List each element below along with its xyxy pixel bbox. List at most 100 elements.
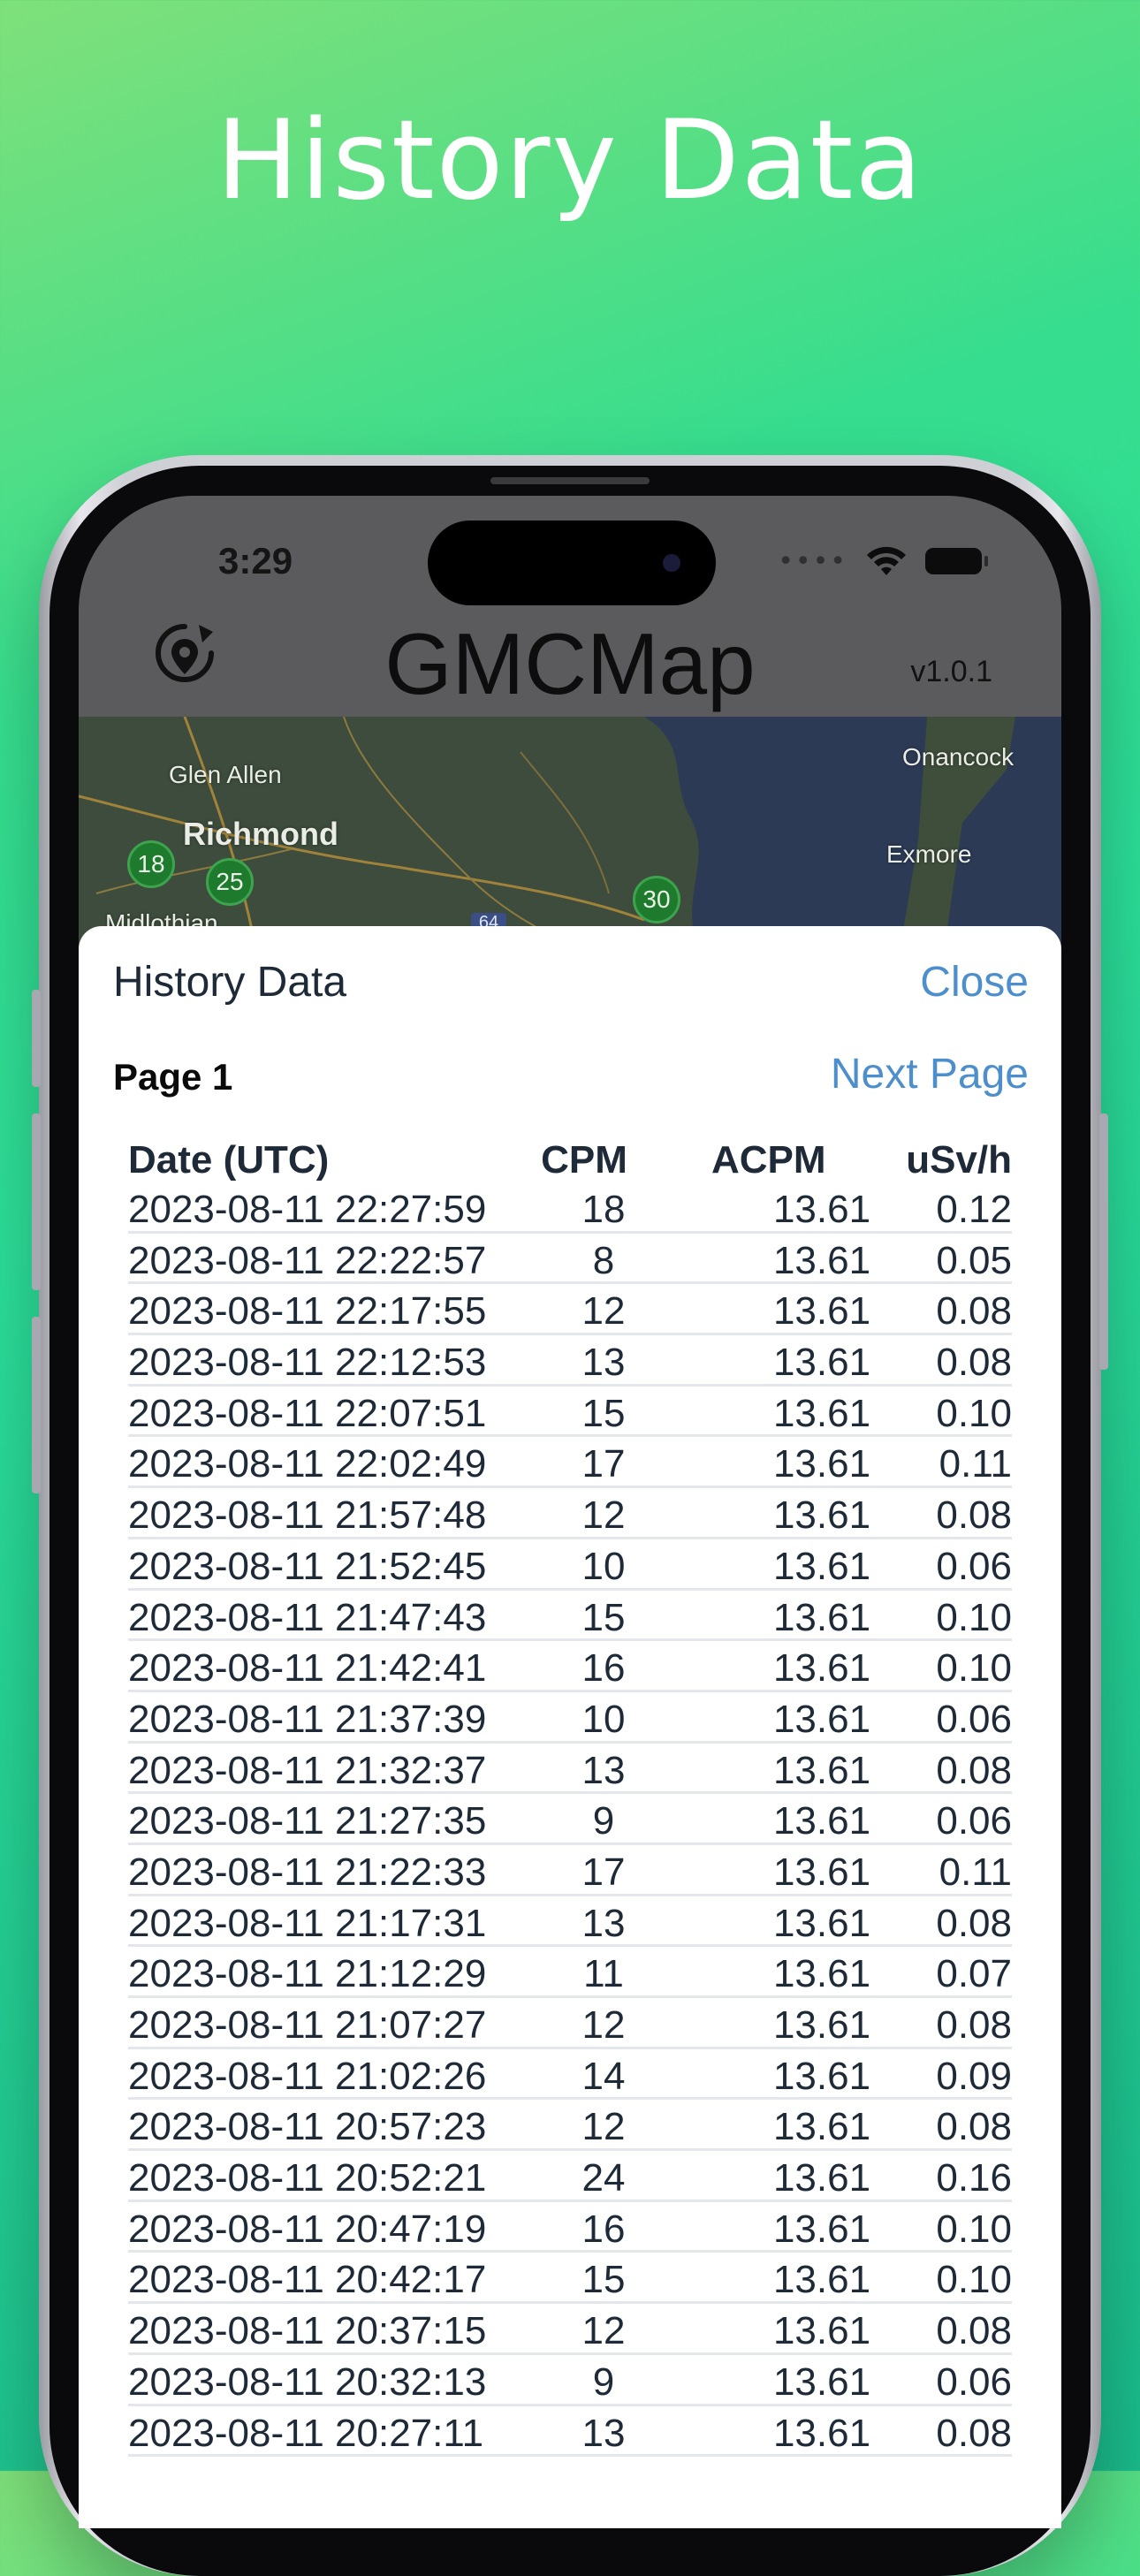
cell-cpm: 10 [581,1544,626,1588]
cell-date: 2023-08-11 22:12:53 [128,1341,487,1385]
status-time: 3:29 [218,540,293,581]
cell-cpm: 12 [581,2309,626,2353]
cell-date: 2023-08-11 20:42:17 [128,2258,487,2302]
status-icons: •••• [778,545,988,577]
cell-acpm: 13.61 [772,1952,871,1996]
table-row: 2023-08-11 22:27:59 18 13.61 0.12 [128,1182,1012,1234]
cell-date: 2023-08-11 20:32:13 [128,2359,487,2404]
table-row: 2023-08-11 20:32:13 9 13.61 0.06 [128,2355,1012,2406]
cell-date: 2023-08-11 20:37:15 [128,2309,487,2353]
cell-date: 2023-08-11 21:52:45 [128,1544,487,1588]
wifi-icon [867,546,906,575]
history-sheet: History Data Close Page 1 Next Page Date… [79,926,1061,2528]
table-row: 2023-08-11 21:17:31 13 13.61 0.08 [128,1896,1012,1948]
dynamic-island [428,521,716,605]
cell-cpm: 12 [581,2105,626,2149]
cell-acpm: 13.61 [772,1391,871,1435]
cell-usvh: 0.08 [936,1748,1012,1792]
cell-cpm: 17 [581,1850,626,1894]
cell-date: 2023-08-11 21:32:37 [128,1748,487,1792]
cell-usvh: 0.08 [936,1289,1012,1334]
cell-cpm: 13 [581,1901,626,1945]
cell-usvh: 0.08 [936,2003,1012,2047]
app-header: GMCMap v1.0.1 [79,615,1061,717]
next-page-button[interactable]: Next Page [831,1050,1029,1098]
history-table: Date (UTC) CPM ACPM uSv/h 2023-08-11 22:… [128,1131,1012,2458]
cell-acpm: 13.61 [772,2258,871,2302]
map-label-richmond: Richmond [183,816,338,852]
cell-usvh: 0.08 [936,1341,1012,1385]
cell-acpm: 13.61 [772,1901,871,1945]
cell-date: 2023-08-11 20:52:21 [128,2156,487,2200]
cell-date: 2023-08-11 22:17:55 [128,1289,487,1334]
cell-cpm: 16 [581,2207,626,2251]
map-view[interactable]: Glen Allen Richmond Midlothian Onancock … [79,717,1061,946]
cell-cpm: 17 [581,1442,626,1486]
table-row: 2023-08-11 22:12:53 13 13.61 0.08 [128,1335,1012,1387]
cell-date: 2023-08-11 22:27:59 [128,1188,487,1231]
close-button[interactable]: Close [920,958,1029,1007]
cell-usvh: 0.16 [936,2156,1012,2200]
cell-date: 2023-08-11 22:02:49 [128,1442,487,1486]
cell-acpm: 13.61 [772,2156,871,2200]
table-row: 2023-08-11 20:57:23 12 13.61 0.08 [128,2100,1012,2152]
cell-date: 2023-08-11 21:07:27 [128,2003,487,2047]
cell-cpm: 15 [581,1391,626,1435]
cell-date: 2023-08-11 21:37:39 [128,1697,487,1741]
cell-usvh: 0.10 [936,2258,1012,2302]
cell-acpm: 13.61 [772,1799,871,1843]
cell-acpm: 13.61 [772,1850,871,1894]
phone-screen: 3:29 •••• GMCMap v1.0.1 Glen Allen Richm… [79,496,1061,2528]
table-row: 2023-08-11 21:47:43 15 13.61 0.10 [128,1591,1012,1642]
cell-date: 2023-08-11 20:27:11 [128,2411,484,2455]
cell-date: 2023-08-11 21:27:35 [128,1799,487,1843]
marketing-headline: History Data [216,97,924,224]
cell-date: 2023-08-11 21:57:48 [128,1493,487,1538]
table-row: 2023-08-11 20:42:17 15 13.61 0.10 [128,2253,1012,2305]
cell-usvh: 0.09 [936,2054,1012,2098]
cell-cpm: 12 [581,1289,626,1334]
column-header-cpm: CPM [541,1138,627,1182]
page-label: Page 1 [113,1056,233,1098]
table-row: 2023-08-11 21:57:48 12 13.61 0.08 [128,1488,1012,1539]
cell-date: 2023-08-11 21:47:43 [128,1595,487,1639]
cell-usvh: 0.10 [936,1391,1012,1435]
map-marker[interactable]: 30 [633,876,680,923]
cell-date: 2023-08-11 22:07:51 [128,1391,487,1435]
cell-acpm: 13.61 [772,1442,871,1486]
map-marker[interactable]: 25 [206,858,254,906]
table-row: 2023-08-11 21:07:27 12 13.61 0.08 [128,1998,1012,2049]
cell-usvh: 0.10 [936,2207,1012,2251]
map-marker[interactable]: 18 [127,840,175,888]
cell-usvh: 0.06 [936,1544,1012,1588]
table-row: 2023-08-11 20:52:21 24 13.61 0.16 [128,2151,1012,2202]
cell-cpm: 14 [581,2054,626,2098]
cell-date: 2023-08-11 21:02:26 [128,2054,487,2098]
cell-acpm: 13.61 [772,1289,871,1334]
cell-usvh: 0.12 [936,1188,1012,1231]
cell-date: 2023-08-11 21:42:41 [128,1646,487,1691]
table-row: 2023-08-11 20:27:11 13 13.61 0.08 [128,2406,1012,2458]
map-label-glen-allen: Glen Allen [169,761,282,788]
cell-acpm: 13.61 [772,2207,871,2251]
cell-usvh: 0.05 [936,1238,1012,1282]
cell-date: 2023-08-11 21:17:31 [128,1901,487,1945]
cell-cpm: 13 [581,2411,626,2455]
cell-acpm: 13.61 [772,2411,871,2455]
table-row: 2023-08-11 22:22:57 8 13.61 0.05 [128,1234,1012,1285]
column-header-date: Date (UTC) [128,1138,330,1182]
cell-cpm: 10 [581,1697,626,1741]
cell-usvh: 0.08 [936,2309,1012,2353]
cell-usvh: 0.11 [939,1850,1012,1894]
cell-date: 2023-08-11 21:22:33 [128,1850,487,1894]
cell-acpm: 13.61 [772,2003,871,2047]
cell-acpm: 13.61 [772,2054,871,2098]
cell-cpm: 24 [581,2156,626,2200]
cell-cpm: 11 [583,1952,624,1996]
column-header-acpm: ACPM [711,1138,826,1182]
table-row: 2023-08-11 22:17:55 12 13.61 0.08 [128,1284,1012,1336]
cell-acpm: 13.61 [772,2309,871,2353]
table-row: 2023-08-11 21:42:41 16 13.61 0.10 [128,1641,1012,1692]
cell-usvh: 0.10 [936,1646,1012,1691]
table-row: 2023-08-11 21:02:26 14 13.61 0.09 [128,2049,1012,2101]
